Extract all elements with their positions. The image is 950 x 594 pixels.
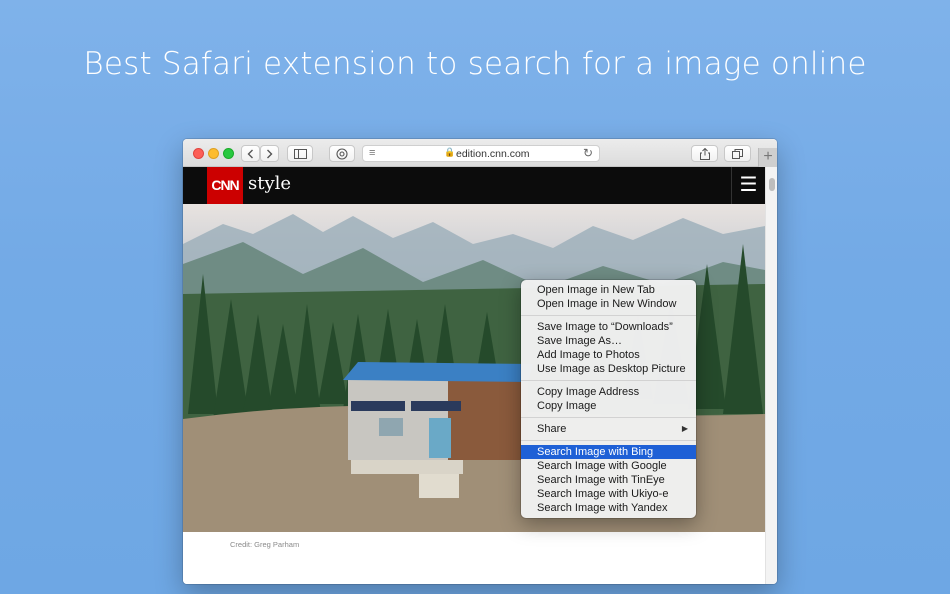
image-credit: Credit: Greg Parham [230, 540, 300, 549]
menu-item-share[interactable]: Share ▶ [521, 422, 696, 436]
sidebar-icon [293, 148, 307, 159]
share-button[interactable] [691, 145, 718, 162]
hamburger-menu-icon[interactable]: ☰ [731, 167, 765, 204]
menu-item-use-as-desktop[interactable]: Use Image as Desktop Picture [521, 362, 696, 376]
menu-item-save-image-as[interactable]: Save Image As… [521, 334, 696, 348]
reader-icon[interactable]: ≡ [369, 147, 375, 159]
search-extension-icon [336, 147, 348, 160]
browser-toolbar: ≡ 🔒 edition.cnn.com ↻ + [183, 139, 777, 167]
menu-item-open-new-window[interactable]: Open Image in New Window [521, 297, 696, 311]
menu-item-search-tineye[interactable]: Search Image with TinEye [521, 473, 696, 487]
back-button[interactable] [241, 145, 260, 162]
minimize-window-button[interactable] [208, 148, 219, 159]
menu-item-save-to-downloads[interactable]: Save Image to “Downloads” [521, 320, 696, 334]
new-tab-button[interactable]: + [758, 148, 777, 167]
lock-icon: 🔒 [444, 147, 456, 157]
menu-item-share-label: Share [537, 423, 567, 435]
menu-separator [521, 380, 696, 381]
address-bar[interactable]: ≡ 🔒 edition.cnn.com ↻ [362, 145, 600, 162]
page-scrollbar[interactable] [765, 167, 777, 584]
headline: Best Safari extension to search for a im… [83, 46, 867, 82]
menu-item-copy-image-address[interactable]: Copy Image Address [521, 385, 696, 399]
menu-item-search-ukiyoe[interactable]: Search Image with Ukiyo-e [521, 487, 696, 501]
menu-item-search-bing[interactable]: Search Image with Bing [521, 445, 696, 459]
zoom-window-button[interactable] [223, 148, 234, 159]
forward-button[interactable] [260, 145, 279, 162]
menu-item-open-new-tab[interactable]: Open Image in New Tab [521, 283, 696, 297]
menu-item-add-to-photos[interactable]: Add Image to Photos [521, 348, 696, 362]
tabs-icon [732, 148, 743, 159]
menu-item-copy-image[interactable]: Copy Image [521, 399, 696, 413]
chevron-left-icon [247, 149, 253, 158]
tabs-overview-button[interactable] [724, 145, 751, 162]
extension-button[interactable] [329, 145, 355, 162]
menu-separator [521, 315, 696, 316]
chevron-right-icon [267, 149, 273, 158]
menu-item-search-google[interactable]: Search Image with Google [521, 459, 696, 473]
section-title[interactable]: style [248, 173, 291, 194]
cnn-header: CNN style ☰ [183, 167, 765, 204]
menu-separator [521, 440, 696, 441]
submenu-arrow-icon: ▶ [681, 424, 688, 433]
close-window-button[interactable] [193, 148, 204, 159]
cnn-logo[interactable]: CNN [207, 167, 243, 204]
context-menu: Open Image in New Tab Open Image in New … [521, 280, 696, 518]
url-text: edition.cnn.com [456, 148, 530, 160]
scrollbar-thumb[interactable] [769, 178, 775, 191]
sidebar-button[interactable] [287, 145, 313, 162]
share-icon [699, 147, 710, 160]
menu-item-search-yandex[interactable]: Search Image with Yandex [521, 501, 696, 515]
reload-icon[interactable]: ↻ [583, 146, 593, 160]
menu-separator [521, 417, 696, 418]
